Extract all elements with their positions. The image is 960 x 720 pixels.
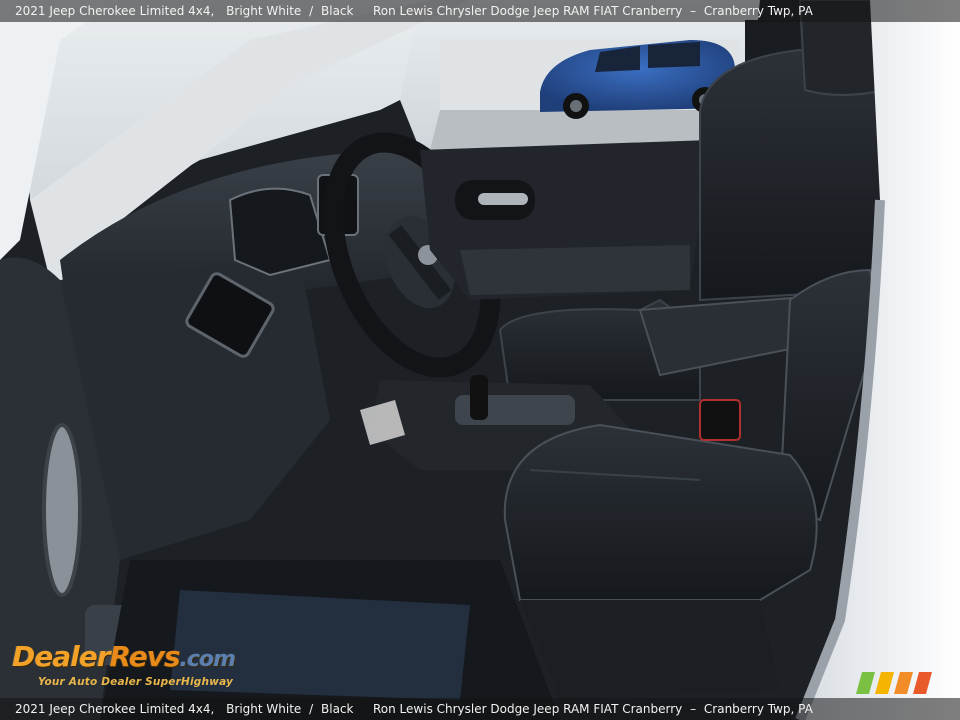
caption-dealer-bottom: Ron Lewis Chrysler Dodge Jeep RAM FIAT C… xyxy=(373,698,813,720)
caption-dealer: Ron Lewis Chrysler Dodge Jeep RAM FIAT C… xyxy=(373,0,813,22)
gear-shifter xyxy=(470,375,488,420)
interior-color: Black xyxy=(321,4,354,18)
dealer-location: Cranberry Twp, PA xyxy=(703,4,813,18)
dealer-name: Ron Lewis Chrysler Dodge Jeep RAM FIAT C… xyxy=(373,702,683,716)
door-handle xyxy=(42,423,82,597)
logo-tagline: Your Auto Dealer SuperHighway xyxy=(38,676,234,688)
caption-vehicle-bottom: 2021 Jeep Cherokee Limited 4x4, Bright W… xyxy=(15,698,353,720)
dealer-dash: – xyxy=(690,4,697,18)
vehicle-title: 2021 Jeep Cherokee Limited 4x4, xyxy=(15,4,215,18)
stripe-4 xyxy=(913,672,932,694)
dealerrevs-logo: DealerRevs.com xyxy=(12,640,236,673)
photo-stage: 2021 Jeep Cherokee Limited 4x4, Bright W… xyxy=(0,0,960,720)
vehicle-title: 2021 Jeep Cherokee Limited 4x4, xyxy=(15,702,215,716)
logo-com: .com xyxy=(179,647,236,672)
color-separator: / xyxy=(309,702,314,716)
seatbelt-buckle xyxy=(699,399,741,441)
dealerrevs-watermark: DealerRevs.com Your Auto Dealer SuperHig… xyxy=(12,640,272,698)
interior-color: Black xyxy=(321,702,354,716)
exterior-color: Bright White xyxy=(226,4,302,18)
caption-bar-top: 2021 Jeep Cherokee Limited 4x4, Bright W… xyxy=(0,0,960,22)
stripe-2 xyxy=(875,672,894,694)
dealer-dash: – xyxy=(690,702,697,716)
caption-vehicle: 2021 Jeep Cherokee Limited 4x4, Bright W… xyxy=(15,0,353,22)
dealer-location: Cranberry Twp, PA xyxy=(703,702,813,716)
caption-bar-bottom: 2021 Jeep Cherokee Limited 4x4, Bright W… xyxy=(0,698,960,720)
stripe-1 xyxy=(856,672,875,694)
color-separator: / xyxy=(309,4,314,18)
dealer-name: Ron Lewis Chrysler Dodge Jeep RAM FIAT C… xyxy=(373,4,683,18)
exterior-color: Bright White xyxy=(226,702,302,716)
stripe-3 xyxy=(894,672,913,694)
logo-dealer: Dealer xyxy=(12,640,111,673)
stripes-logo xyxy=(856,672,932,694)
car-interior-photo xyxy=(0,0,960,720)
logo-revs: Revs xyxy=(109,640,181,673)
